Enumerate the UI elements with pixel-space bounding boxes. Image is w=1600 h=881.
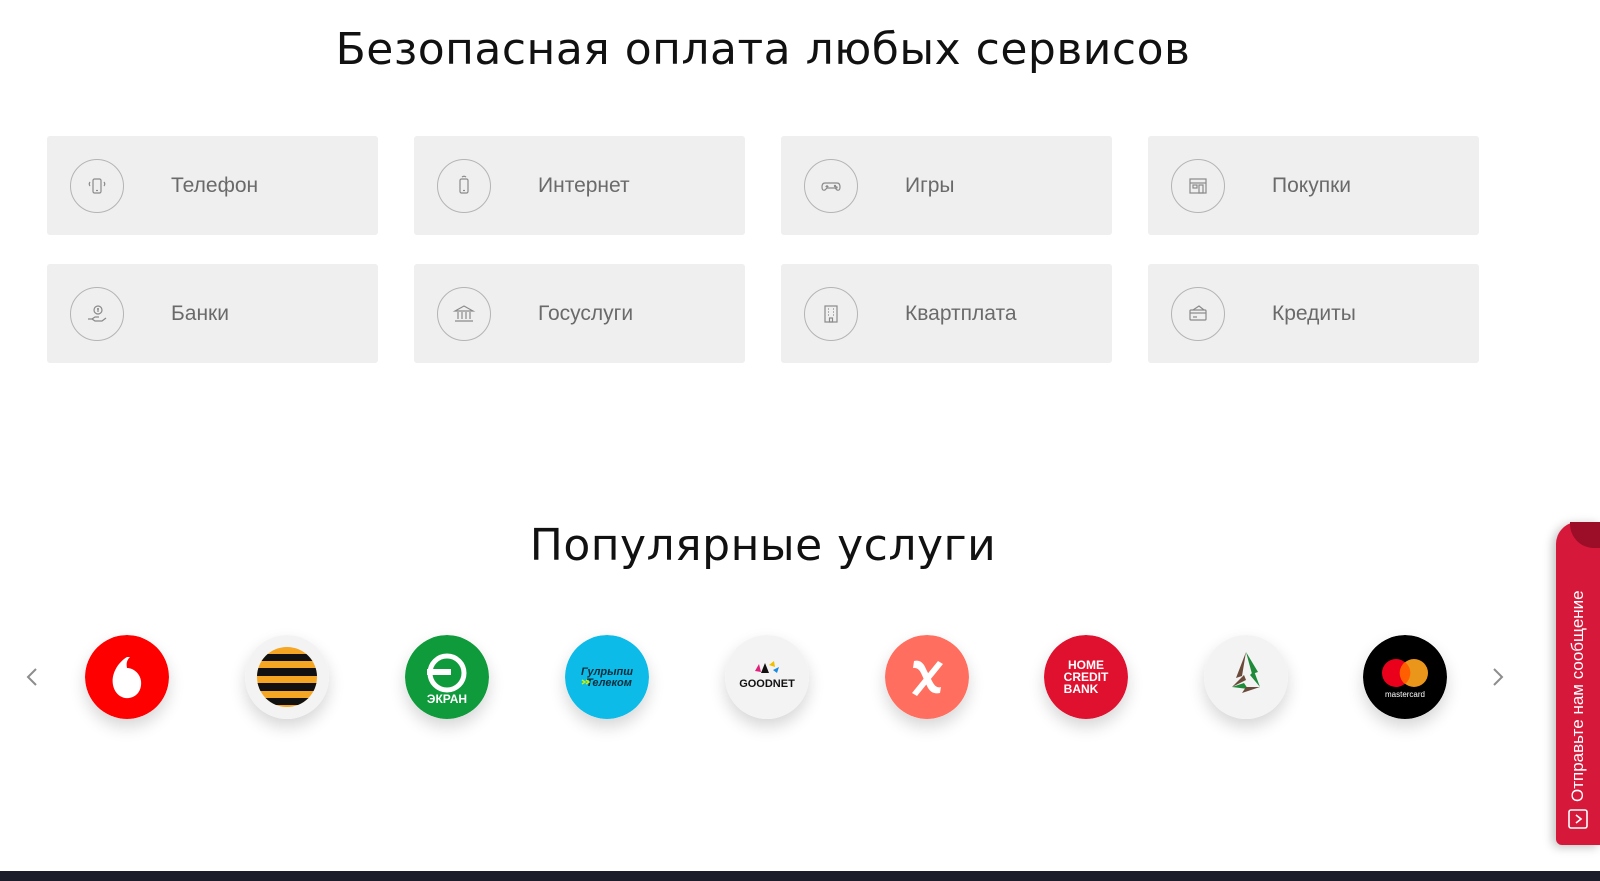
ekran-text: ЭКРАН (427, 692, 467, 706)
send-message-label: Отправьте нам сообщение (1568, 590, 1587, 802)
service-label: Покупки (1272, 174, 1351, 197)
service-card-banks[interactable]: Банки (47, 264, 378, 363)
hand-coin-icon (70, 287, 124, 341)
footer-strip (0, 871, 1600, 881)
mobile-internet-icon (437, 159, 491, 213)
beeline-logo[interactable] (245, 635, 329, 719)
service-label: Игры (905, 174, 955, 197)
service-card-shopping[interactable]: Покупки (1148, 136, 1479, 235)
vodafone-logo[interactable] (85, 635, 169, 719)
phone-icon (70, 159, 124, 213)
service-label: Госуслуги (538, 302, 634, 325)
service-card-games[interactable]: Игры (781, 136, 1112, 235)
x-logo[interactable] (885, 635, 969, 719)
apartment-building-icon (804, 287, 858, 341)
mastercard-text: mastercard (1385, 690, 1425, 699)
chevron-right-icon (1493, 668, 1504, 686)
government-building-icon (437, 287, 491, 341)
chat-icon (1568, 809, 1588, 829)
credit-card-icon (1171, 287, 1225, 341)
home-credit-bank-logo[interactable]: HOME CREDIT BANK (1044, 635, 1128, 719)
tab-fold-decoration (1570, 522, 1600, 548)
carousel-prev-button[interactable] (20, 662, 44, 692)
popular-title: Популярные услуги (529, 520, 997, 571)
ekran-logo[interactable]: ЭКРАН (405, 635, 489, 719)
gamepad-icon (804, 159, 858, 213)
service-label: Банки (171, 302, 229, 325)
services-grid: Телефон Интернет Игры Покупки Банки Госу… (47, 136, 1479, 363)
gulrypsh-telecom-logo[interactable]: Гулрыпш Телеком (565, 635, 649, 719)
shop-icon (1171, 159, 1225, 213)
chevron-left-icon (26, 668, 37, 686)
service-card-kvartplata[interactable]: Квартплата (781, 264, 1112, 363)
services-title: Безопасная оплата любых сервисов (335, 24, 1191, 75)
service-label: Квартплата (905, 302, 1017, 325)
service-card-internet[interactable]: Интернет (414, 136, 745, 235)
send-message-tab[interactable]: Отправьте нам сообщение (1556, 522, 1600, 845)
goodnet-text: GOODNET (739, 678, 795, 690)
telecom-text: Телеком (586, 677, 632, 689)
mastercard-logo[interactable]: mastercard (1363, 635, 1447, 719)
service-card-credits[interactable]: Кредиты (1148, 264, 1479, 363)
triangle-bank-logo[interactable] (1204, 635, 1288, 719)
carousel-next-button[interactable] (1486, 662, 1510, 692)
goodnet-logo[interactable]: GOODNET (725, 635, 809, 719)
service-label: Кредиты (1272, 302, 1356, 325)
hcb-bank-text: BANK (1064, 682, 1099, 696)
service-label: Телефон (171, 174, 259, 197)
service-card-phone[interactable]: Телефон (47, 136, 378, 235)
popular-services-carousel: ЭКРАН Гулрыпш Телеком GOODNET HOME CREDIT B… (0, 630, 1526, 730)
service-label: Интернет (538, 174, 630, 197)
service-card-gosuslugi[interactable]: Госуслуги (414, 264, 745, 363)
